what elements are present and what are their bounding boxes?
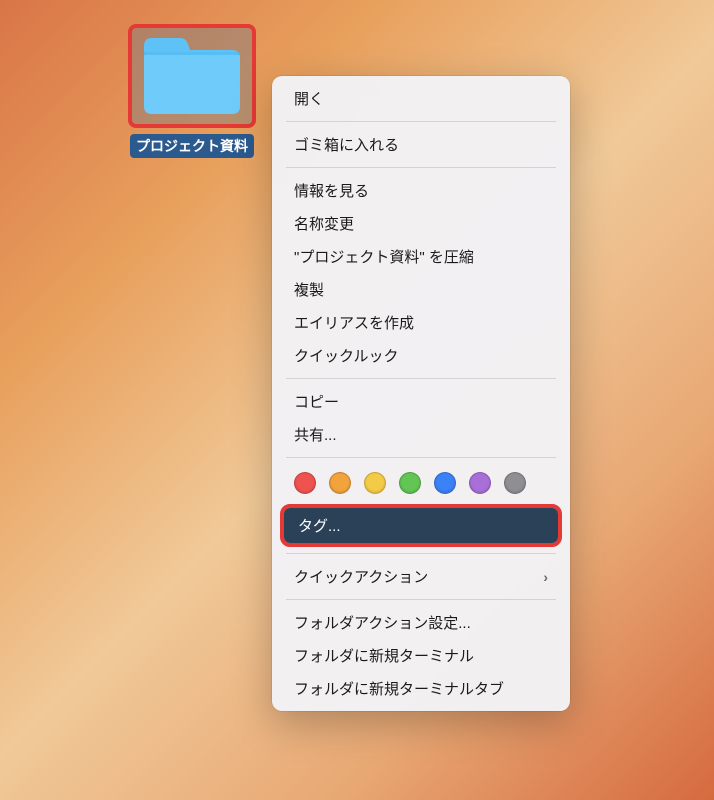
menu-divider bbox=[286, 599, 556, 600]
menu-divider bbox=[286, 553, 556, 554]
tag-dot-gray[interactable] bbox=[504, 472, 526, 494]
menu-make-alias[interactable]: エイリアスを作成 bbox=[272, 306, 570, 339]
menu-folder-actions-setup[interactable]: フォルダアクション設定... bbox=[272, 606, 570, 639]
tag-color-row bbox=[272, 464, 570, 504]
menu-new-terminal-tab-at-folder[interactable]: フォルダに新規ターミナルタブ bbox=[272, 672, 570, 705]
menu-new-terminal-at-folder[interactable]: フォルダに新規ターミナル bbox=[272, 639, 570, 672]
menu-divider bbox=[286, 457, 556, 458]
menu-share[interactable]: 共有... bbox=[272, 418, 570, 451]
menu-open[interactable]: 開く bbox=[272, 82, 570, 115]
tag-dot-yellow[interactable] bbox=[364, 472, 386, 494]
menu-rename[interactable]: 名称変更 bbox=[272, 207, 570, 240]
menu-divider bbox=[286, 167, 556, 168]
menu-quick-look[interactable]: クイックルック bbox=[272, 339, 570, 372]
chevron-right-icon: › bbox=[543, 569, 548, 585]
tag-dot-orange[interactable] bbox=[329, 472, 351, 494]
menu-divider bbox=[286, 378, 556, 379]
menu-tags[interactable]: タグ... bbox=[284, 508, 558, 543]
desktop-folder[interactable]: プロジェクト資料 bbox=[128, 24, 256, 158]
menu-compress[interactable]: "プロジェクト資料" を圧縮 bbox=[272, 240, 570, 273]
folder-icon bbox=[140, 32, 244, 118]
tag-dot-purple[interactable] bbox=[469, 472, 491, 494]
menu-tags-highlight: タグ... bbox=[280, 504, 562, 547]
tag-dot-green[interactable] bbox=[399, 472, 421, 494]
tag-dot-blue[interactable] bbox=[434, 472, 456, 494]
menu-duplicate[interactable]: 複製 bbox=[272, 273, 570, 306]
folder-selection-highlight bbox=[128, 24, 256, 128]
menu-divider bbox=[286, 121, 556, 122]
folder-label: プロジェクト資料 bbox=[130, 134, 254, 158]
menu-move-to-trash[interactable]: ゴミ箱に入れる bbox=[272, 128, 570, 161]
menu-quick-actions[interactable]: クイックアクション › bbox=[272, 560, 570, 593]
context-menu: 開く ゴミ箱に入れる 情報を見る 名称変更 "プロジェクト資料" を圧縮 複製 … bbox=[272, 76, 570, 711]
menu-quick-actions-label: クイックアクション bbox=[294, 566, 428, 587]
menu-copy[interactable]: コピー bbox=[272, 385, 570, 418]
tag-dot-red[interactable] bbox=[294, 472, 316, 494]
menu-get-info[interactable]: 情報を見る bbox=[272, 174, 570, 207]
